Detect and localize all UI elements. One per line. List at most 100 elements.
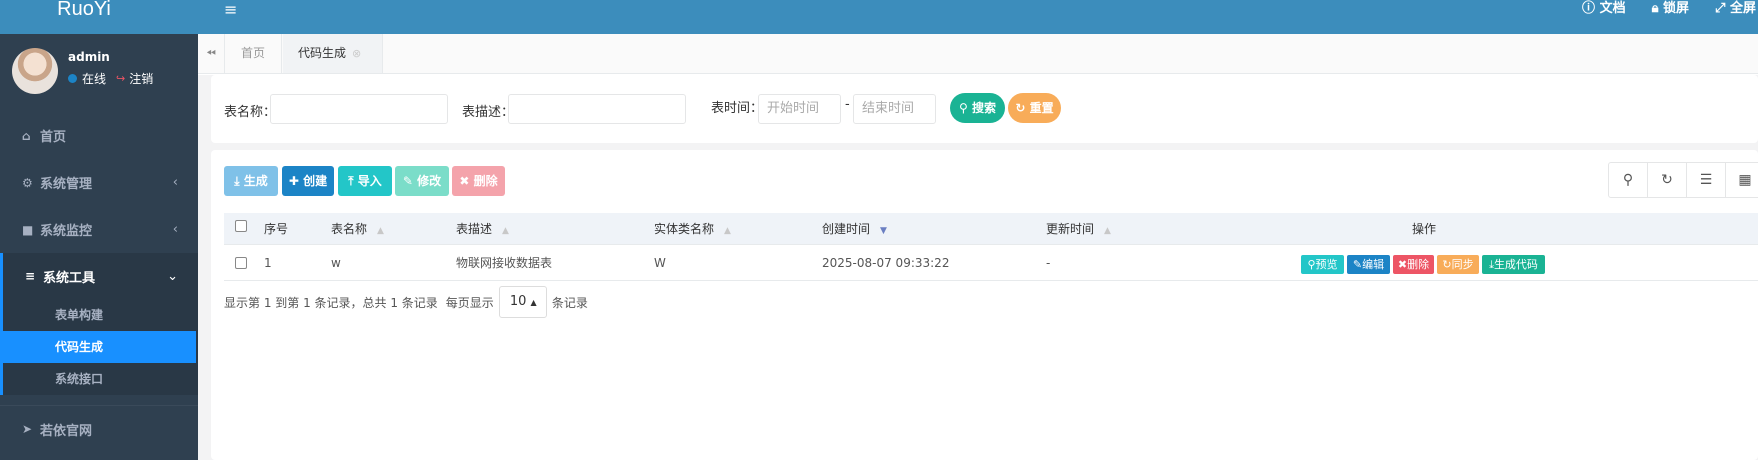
cell-create-time: 2025-08-07 09:33:22 — [822, 256, 950, 270]
gencode-label: 生成代码 — [1493, 258, 1538, 271]
sidebar-item-label: 若依官网 — [40, 423, 93, 439]
col-index: 序号 — [264, 222, 289, 236]
row-delete-button[interactable]: ✖删除 — [1393, 255, 1434, 274]
expand-icon: ⤢ — [1715, 1, 1726, 16]
sidebar-item-label: 系统管理 — [40, 177, 93, 192]
pagination-summary: 显示第 1 到第 1 条记录，总共 1 条记录 — [224, 295, 438, 310]
table-row: 1 w 物联网接收数据表 W 2025-08-07 09:33:22 - ⚲预览… — [224, 246, 1758, 281]
end-time-input[interactable]: 结束时间 — [853, 94, 936, 124]
edit-icon: ✎ — [402, 174, 413, 188]
chevron-left-icon: ‹ — [172, 222, 178, 237]
question-circle-icon: ⓘ — [1582, 1, 1596, 16]
fullscreen-link[interactable]: ⤢ 全屏 — [1715, 0, 1758, 18]
columns-icon[interactable]: ▦ — [1726, 163, 1758, 197]
cell-index: 1 — [264, 256, 272, 270]
page-size-value: 10 — [509, 294, 527, 309]
sidebar-item-monitor[interactable]: ■ 系统监控 ‹ — [0, 206, 198, 253]
search-button[interactable]: ⚲ 搜索 — [950, 93, 1005, 123]
home-icon: ⌂ — [22, 128, 31, 143]
brand-logo[interactable]: RuoYi — [0, 0, 198, 34]
refresh-icon: ↻ — [1442, 258, 1452, 271]
lock-label: 锁屏 — [1663, 1, 1690, 16]
sidebar: RuoYi admin 在线 ↪ 注销 ⌂ 首页 ⚙ 系统管理 ‹ ■ 系统监控… — [0, 0, 198, 460]
table-name-input[interactable] — [270, 94, 448, 124]
search-button-label: 搜索 — [971, 101, 996, 115]
search-icon: ⚲ — [959, 101, 968, 115]
tools-submenu: 表单构建 代码生成 系统接口 — [0, 299, 198, 395]
avatar[interactable] — [12, 48, 58, 94]
logout-link[interactable]: 注销 — [129, 70, 153, 87]
sort-desc-icon: ▼︎ — [880, 226, 887, 236]
row-edit-button[interactable]: ✎编辑 — [1347, 255, 1390, 274]
sidebar-item-system[interactable]: ⚙ 系统管理 ‹ — [0, 159, 198, 206]
row-checkbox[interactable] — [235, 257, 247, 269]
row-edit-label: 编辑 — [1362, 258, 1385, 271]
per-page-suffix: 条记录 — [551, 295, 588, 310]
reset-button[interactable]: ↻ 重置 — [1008, 93, 1061, 123]
user-name: admin — [68, 50, 110, 64]
logout-icon[interactable]: ↪ — [116, 72, 125, 85]
tabs-bar: ⏪︎ 首页 代码生成 ⊗ — [198, 34, 1758, 74]
edit-button[interactable]: ✎ 修改 — [395, 166, 449, 196]
sort-icon: ▲︎ — [724, 226, 731, 236]
sidebar-item-code-gen[interactable]: 代码生成 — [3, 331, 196, 363]
pagination: 显示第 1 到第 1 条记录，总共 1 条记录 每页显示 10 ▲︎ 条记录 — [224, 286, 588, 318]
search-icon: ⚲ — [1307, 258, 1316, 271]
sidebar-item-api[interactable]: 系统接口 — [3, 363, 198, 395]
preview-button[interactable]: ⚲预览 — [1301, 255, 1344, 274]
tab-scroll-left-icon[interactable]: ⏪︎ — [198, 34, 225, 73]
import-label: 导入 — [357, 174, 382, 188]
col-table-name-label: 表名称 — [331, 222, 368, 236]
create-button[interactable]: ✚ 创建 — [282, 166, 334, 196]
page-size-select[interactable]: 10 ▲︎ — [498, 286, 547, 318]
caret-up-icon: ▲︎ — [530, 298, 537, 307]
fullscreen-label: 全屏 — [1729, 1, 1756, 16]
col-table-name[interactable]: 表名称 ▲︎ — [331, 213, 384, 247]
sidebar-item-tools[interactable]: ≡ 系统工具 ⌄ — [0, 253, 198, 299]
search-toggle-icon[interactable]: ⚲ — [1609, 163, 1648, 197]
sidebar-item-home[interactable]: ⌂ 首页 — [0, 112, 198, 159]
video-icon: ■ — [22, 222, 34, 237]
reset-button-label: 重置 — [1029, 101, 1054, 115]
col-update-time[interactable]: 更新时间 ▲︎ — [1046, 213, 1111, 247]
col-class-name[interactable]: 实体类名称 ▲︎ — [654, 213, 731, 247]
tab-home[interactable]: 首页 — [226, 34, 282, 73]
gear-icon: ⚙ — [22, 175, 33, 190]
sidebar-item-form-builder[interactable]: 表单构建 — [3, 299, 198, 331]
select-all-checkbox[interactable] — [235, 220, 247, 232]
table-name-label: 表名称： — [224, 105, 277, 120]
gencode-button[interactable]: ⤓生成代码 — [1482, 255, 1545, 274]
cell-update-time: - — [1046, 256, 1051, 270]
close-icon[interactable]: ⊗ — [352, 47, 361, 60]
preview-label: 预览 — [1315, 258, 1338, 271]
sync-button[interactable]: ↻同步 — [1437, 255, 1479, 274]
bars-icon: ≡ — [25, 269, 36, 283]
col-create-time[interactable]: 创建时间 ▼︎ — [822, 213, 887, 247]
refresh-icon: ↻ — [1015, 101, 1026, 115]
start-time-input[interactable]: 开始时间 — [758, 94, 841, 124]
lock-icon: 🔒︎ — [1651, 1, 1659, 16]
table-time-label: 表时间： — [711, 101, 764, 116]
table-panel: ⤓ 生成 ✚ 创建 ⤒ 导入 ✎ 修改 ✖ 删除 ⚲ ↻ ☰ ▦ 序号 表名称 ▲… — [211, 150, 1758, 460]
delete-label: 删除 — [473, 174, 498, 188]
refresh-icon[interactable]: ↻ — [1648, 163, 1687, 197]
tab-code-gen[interactable]: 代码生成 ⊗ — [283, 34, 383, 73]
delete-button[interactable]: ✖ 删除 — [452, 166, 505, 196]
main-content: 表名称： 表描述： 表时间： 开始时间 - 结束时间 ⚲ 搜索 ↻ 重置 ⤓ 生… — [198, 75, 1758, 460]
tab-label: 代码生成 — [298, 46, 347, 60]
col-table-desc[interactable]: 表描述 ▲︎ — [456, 213, 509, 247]
docs-label: 文档 — [1599, 1, 1626, 16]
menu-toggle-icon[interactable]: ≡ — [224, 0, 237, 20]
col-update-time-label: 更新时间 — [1046, 222, 1095, 236]
import-button[interactable]: ⤒ 导入 — [338, 166, 392, 196]
sidebar-item-website[interactable]: ➤ 若依官网 — [0, 405, 198, 452]
table-desc-input[interactable] — [508, 94, 686, 124]
sidebar-item-label: 首页 — [40, 130, 67, 145]
list-icon[interactable]: ☰ — [1687, 163, 1726, 197]
lock-screen-link[interactable]: 🔒︎ 锁屏 — [1652, 0, 1689, 18]
col-class-name-label: 实体类名称 — [654, 222, 715, 236]
cell-table-desc: 物联网接收数据表 — [456, 256, 553, 270]
generate-button[interactable]: ⤓ 生成 — [224, 166, 278, 196]
docs-link[interactable]: ⓘ 文档 — [1582, 0, 1626, 18]
send-icon: ➤ — [22, 422, 33, 436]
